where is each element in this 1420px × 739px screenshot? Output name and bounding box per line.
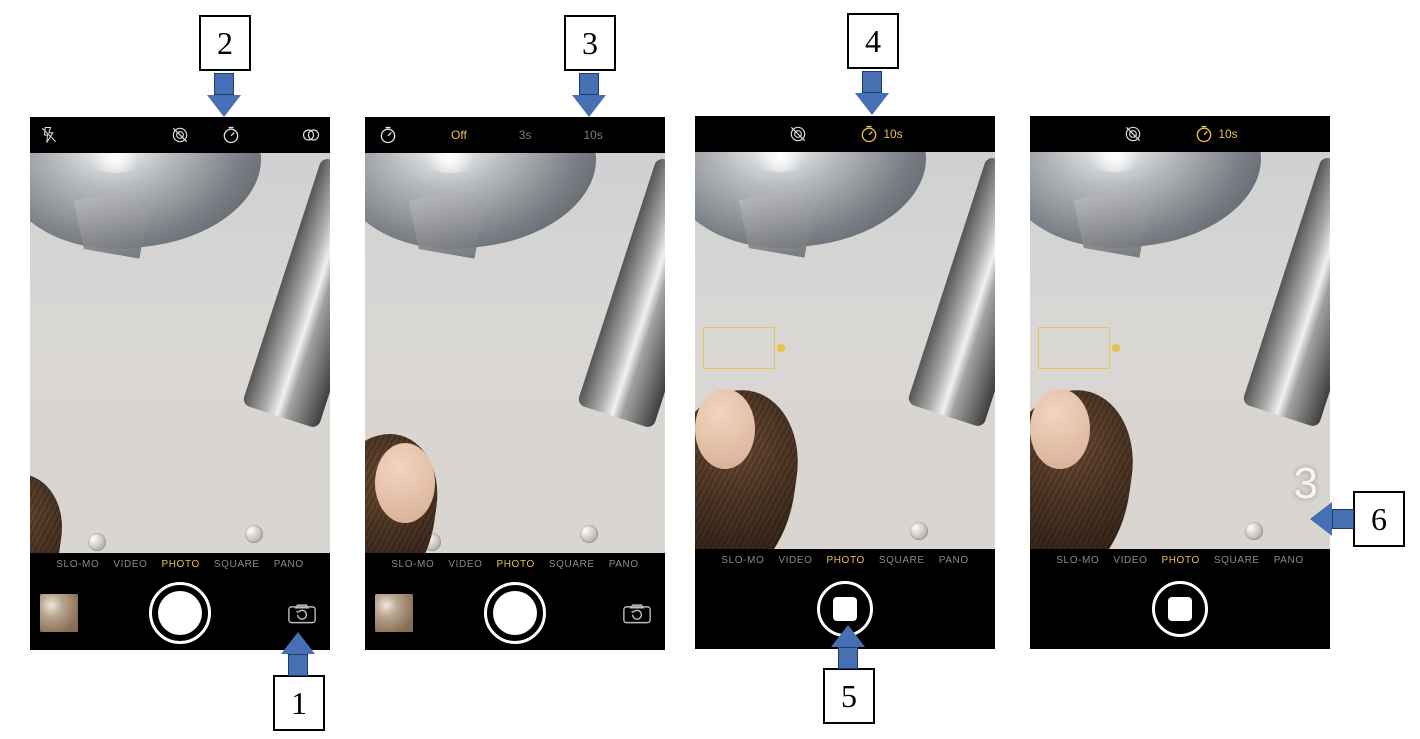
- mode-video[interactable]: VIDEO: [778, 555, 812, 566]
- viewfinder[interactable]: [30, 153, 330, 553]
- mode-pano[interactable]: PANO: [1274, 555, 1304, 566]
- exposure-slider-icon[interactable]: [1112, 344, 1120, 352]
- last-photo-thumbnail[interactable]: [40, 594, 78, 632]
- callout-6: 6: [1353, 491, 1405, 547]
- camera-mode-strip[interactable]: SLO-MO VIDEO PHOTO SQUARE PANO: [1030, 549, 1330, 571]
- phone-screen-3: 10s SLO-MO VIDEO PHOTO SQUARE PANO: [695, 116, 995, 649]
- mode-photo[interactable]: PHOTO: [161, 559, 199, 570]
- hdr-icon[interactable]: [1122, 123, 1144, 145]
- mode-video[interactable]: VIDEO: [448, 559, 482, 570]
- callout-1: 1: [273, 675, 325, 731]
- timer-option-10s[interactable]: 10s: [583, 128, 602, 142]
- stop-button[interactable]: [1152, 581, 1208, 637]
- timer-active-indicator[interactable]: 10s: [1194, 124, 1237, 144]
- camera-top-bar: [30, 117, 330, 153]
- shutter-button[interactable]: [484, 582, 546, 644]
- mode-slomo[interactable]: SLO-MO: [391, 559, 434, 570]
- last-photo-thumbnail[interactable]: [375, 594, 413, 632]
- callout-4: 4: [847, 13, 899, 69]
- timer-active-indicator[interactable]: 10s: [859, 124, 902, 144]
- camera-top-bar: 10s: [1030, 116, 1330, 152]
- focus-indicator: [703, 327, 775, 369]
- tutorial-stage: SLO-MO VIDEO PHOTO SQUARE PANO: [0, 0, 1420, 739]
- shutter-inner-icon: [158, 591, 202, 635]
- mode-slomo[interactable]: SLO-MO: [1056, 555, 1099, 566]
- mode-photo[interactable]: PHOTO: [496, 559, 534, 570]
- timer-option-off[interactable]: Off: [451, 128, 467, 142]
- camera-bottom-bar: [1030, 571, 1330, 646]
- flip-camera-button[interactable]: [623, 602, 651, 624]
- focus-indicator: [1038, 327, 1110, 369]
- mode-pano[interactable]: PANO: [609, 559, 639, 570]
- exposure-slider-icon[interactable]: [777, 344, 785, 352]
- mode-slomo[interactable]: SLO-MO: [56, 559, 99, 570]
- mode-pano[interactable]: PANO: [274, 559, 304, 570]
- flip-camera-button[interactable]: [288, 602, 316, 624]
- stop-icon: [833, 597, 857, 621]
- callout-5: 5: [823, 668, 875, 724]
- phone-screen-1: SLO-MO VIDEO PHOTO SQUARE PANO: [30, 117, 330, 650]
- mode-pano[interactable]: PANO: [939, 555, 969, 566]
- arrow-5: [831, 625, 865, 669]
- camera-mode-strip[interactable]: SLO-MO VIDEO PHOTO SQUARE PANO: [30, 553, 330, 575]
- camera-top-bar: 10s: [695, 116, 995, 152]
- timer-value-label: 10s: [883, 127, 902, 141]
- camera-mode-strip[interactable]: SLO-MO VIDEO PHOTO SQUARE PANO: [695, 549, 995, 571]
- arrow-3: [572, 73, 606, 117]
- filters-icon[interactable]: [300, 124, 322, 146]
- shutter-inner-icon: [493, 591, 537, 635]
- arrow-2: [207, 73, 241, 117]
- mode-slomo[interactable]: SLO-MO: [721, 555, 764, 566]
- timer-options-bar: Off 3s 10s: [365, 117, 665, 153]
- mode-photo[interactable]: PHOTO: [826, 555, 864, 566]
- callout-2: 2: [199, 15, 251, 71]
- mode-photo[interactable]: PHOTO: [1161, 555, 1199, 566]
- camera-mode-strip[interactable]: SLO-MO VIDEO PHOTO SQUARE PANO: [365, 553, 665, 575]
- callout-3: 3: [564, 15, 616, 71]
- timer-icon[interactable]: [220, 124, 242, 146]
- camera-bottom-bar: [365, 575, 665, 650]
- timer-icon[interactable]: [377, 124, 399, 146]
- timer-value-label: 10s: [1218, 127, 1237, 141]
- mode-video[interactable]: VIDEO: [1113, 555, 1147, 566]
- shutter-button[interactable]: [149, 582, 211, 644]
- hdr-icon[interactable]: [169, 124, 191, 146]
- mode-square[interactable]: SQUARE: [549, 559, 595, 570]
- mode-square[interactable]: SQUARE: [214, 559, 260, 570]
- viewfinder[interactable]: 3: [1030, 152, 1330, 549]
- arrow-6: [1310, 502, 1354, 536]
- timer-option-3s[interactable]: 3s: [519, 128, 532, 142]
- arrow-4: [855, 71, 889, 115]
- arrow-1: [281, 632, 315, 676]
- mode-square[interactable]: SQUARE: [879, 555, 925, 566]
- phone-screen-4: 10s 3 SLO-MO VIDEO PHOTO SQUARE PANO: [1030, 116, 1330, 649]
- mode-square[interactable]: SQUARE: [1214, 555, 1260, 566]
- stop-icon: [1168, 597, 1192, 621]
- phone-screen-2: Off 3s 10s SLO-MO VIDEO PHOTO SQUARE PAN…: [365, 117, 665, 650]
- mode-video[interactable]: VIDEO: [113, 559, 147, 570]
- flash-off-icon[interactable]: [38, 124, 60, 146]
- hdr-icon[interactable]: [787, 123, 809, 145]
- viewfinder[interactable]: [695, 152, 995, 549]
- viewfinder[interactable]: [365, 153, 665, 553]
